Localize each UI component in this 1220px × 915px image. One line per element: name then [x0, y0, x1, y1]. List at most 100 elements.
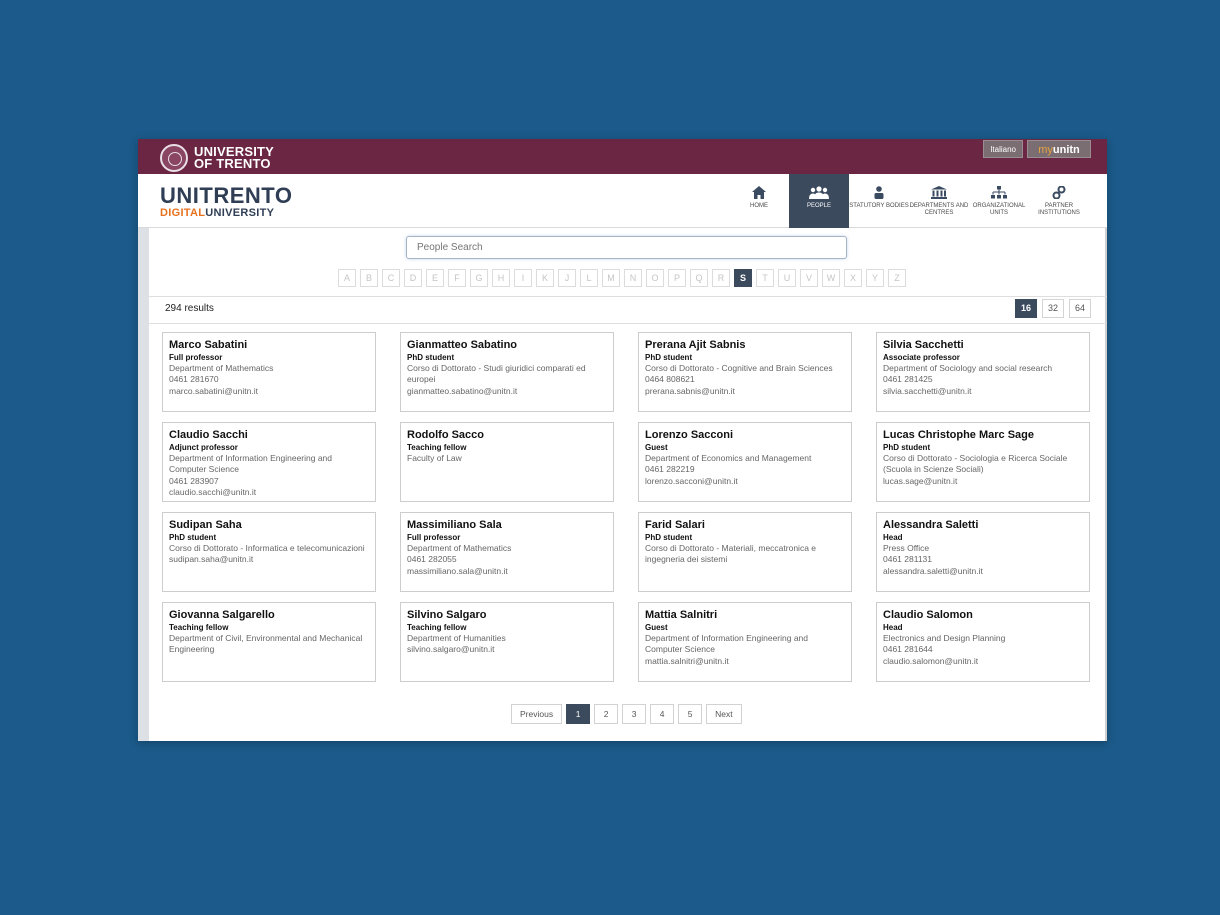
- person-card[interactable]: Gianmatteo Sabatino PhD student Corso di D…: [400, 332, 614, 412]
- letter-filter-t[interactable]: T: [756, 269, 774, 287]
- letter-filter-b[interactable]: B: [360, 269, 378, 287]
- page-button-1[interactable]: 1: [566, 704, 591, 724]
- person-email[interactable]: claudio.sacchi@unitn.it: [169, 487, 369, 498]
- letter-filter-p[interactable]: P: [668, 269, 686, 287]
- letter-filter-a[interactable]: A: [338, 269, 356, 287]
- person-card[interactable]: Claudio Salomon Head Electronics and Desig…: [876, 602, 1090, 682]
- letter-filter-o[interactable]: O: [646, 269, 664, 287]
- person-name[interactable]: Gianmatteo Sabatino: [407, 339, 607, 352]
- person-name[interactable]: Silvia Sacchetti: [883, 339, 1083, 352]
- letter-filter-s[interactable]: S: [734, 269, 752, 287]
- letter-filter-k[interactable]: K: [536, 269, 554, 287]
- person-name[interactable]: Massimiliano Sala: [407, 519, 607, 532]
- letter-filter-g[interactable]: G: [470, 269, 488, 287]
- person-role: Adjunct professor: [169, 443, 238, 452]
- nav-item-partner-institutions[interactable]: PARTNER INSTITUTIONS: [1029, 174, 1089, 228]
- person-phone: 0461 282219: [645, 464, 695, 475]
- myunitn-button[interactable]: myunitn: [1027, 140, 1091, 158]
- letter-filter-c[interactable]: C: [382, 269, 400, 287]
- person-name[interactable]: Sudipan Saha: [169, 519, 369, 532]
- myunitn-suffix: unitn: [1052, 144, 1080, 156]
- person-name[interactable]: Marco Sabatini: [169, 339, 369, 352]
- university-logo[interactable]: UNIVERSITY OF TRENTO: [160, 144, 274, 172]
- letter-filter-m[interactable]: M: [602, 269, 620, 287]
- person-email[interactable]: silvia.sacchetti@unitn.it: [883, 386, 1083, 397]
- nav-item-home[interactable]: HOME: [729, 174, 789, 228]
- letter-filter-e[interactable]: E: [426, 269, 444, 287]
- person-card[interactable]: Farid Salari PhD student Corso di Dottorat…: [638, 512, 852, 592]
- person-email[interactable]: sudipan.saha@unitn.it: [169, 554, 369, 565]
- per-page-option-64[interactable]: 64: [1069, 299, 1091, 318]
- letter-filter-y[interactable]: Y: [866, 269, 884, 287]
- brand-logo[interactable]: UNITRENTO DIGITALUNIVERSITY: [160, 185, 292, 220]
- person-card[interactable]: Giovanna Salgarello Teaching fellow Depart…: [162, 602, 376, 682]
- person-card[interactable]: Lucas Christophe Marc Sage PhD student Cor…: [876, 422, 1090, 502]
- person-card[interactable]: Silvino Salgaro Teaching fellow Department…: [400, 602, 614, 682]
- letter-filter-r[interactable]: R: [712, 269, 730, 287]
- letter-filter-n[interactable]: N: [624, 269, 642, 287]
- people-search-input[interactable]: [406, 236, 847, 259]
- person-email[interactable]: massimiliano.sala@unitn.it: [407, 566, 607, 577]
- person-email[interactable]: lucas.sage@unitn.it: [883, 476, 1083, 487]
- person-name[interactable]: Giovanna Salgarello: [169, 609, 369, 622]
- person-email[interactable]: marco.sabatini@unitn.it: [169, 386, 369, 397]
- nav-item-people[interactable]: PEOPLE: [789, 174, 849, 228]
- next-page-button[interactable]: Next: [706, 704, 742, 724]
- page-button-3[interactable]: 3: [622, 704, 647, 724]
- nav-item-organizational-units[interactable]: ORGANIZATIONAL UNITS: [969, 174, 1029, 228]
- person-card[interactable]: Claudio Sacchi Adjunct professor Departmen…: [162, 422, 376, 502]
- per-page-option-16[interactable]: 16: [1015, 299, 1037, 318]
- person-email[interactable]: gianmatteo.sabatino@unitn.it: [407, 386, 607, 397]
- person-name[interactable]: Farid Salari: [645, 519, 845, 532]
- nav-item-label: DEPARTMENTS AND CENTRES: [909, 203, 969, 216]
- letter-filter-l[interactable]: L: [580, 269, 598, 287]
- language-button[interactable]: Italiano: [983, 140, 1023, 158]
- nav-item-departments-and-centres[interactable]: DEPARTMENTS AND CENTRES: [909, 174, 969, 228]
- letter-filter-q[interactable]: Q: [690, 269, 708, 287]
- person-card[interactable]: Alessandra Saletti Head Press Office 0461 2…: [876, 512, 1090, 592]
- person-card[interactable]: Rodolfo Sacco Teaching fellow Faculty of L…: [400, 422, 614, 502]
- person-icon: [874, 184, 884, 200]
- page-button-5[interactable]: 5: [678, 704, 703, 724]
- person-name[interactable]: Claudio Salomon: [883, 609, 1083, 622]
- letter-filter-i[interactable]: I: [514, 269, 532, 287]
- person-email[interactable]: silvino.salgaro@unitn.it: [407, 644, 607, 655]
- person-email[interactable]: alessandra.saletti@unitn.it: [883, 566, 1083, 577]
- letter-filter-u[interactable]: U: [778, 269, 796, 287]
- person-card[interactable]: Silvia Sacchetti Associate professor Depar…: [876, 332, 1090, 412]
- person-card[interactable]: Massimiliano Sala Full professor Departmen…: [400, 512, 614, 592]
- letter-filter-x[interactable]: X: [844, 269, 862, 287]
- per-page-option-32[interactable]: 32: [1042, 299, 1064, 318]
- letter-filter-j[interactable]: J: [558, 269, 576, 287]
- nav-item-statutory-bodies[interactable]: STATUTORY BODIES: [849, 174, 909, 228]
- person-card[interactable]: Lorenzo Sacconi Guest Department of Econom…: [638, 422, 852, 502]
- person-name[interactable]: Prerana Ajit Sabnis: [645, 339, 845, 352]
- person-name[interactable]: Mattia Salnitri: [645, 609, 845, 622]
- person-email[interactable]: mattia.salnitri@unitn.it: [645, 656, 845, 667]
- person-email[interactable]: prerana.sabnis@unitn.it: [645, 386, 845, 397]
- person-email[interactable]: lorenzo.sacconi@unitn.it: [645, 476, 845, 487]
- letter-filter-h[interactable]: H: [492, 269, 510, 287]
- letter-filter-w[interactable]: W: [822, 269, 840, 287]
- page-button-2[interactable]: 2: [594, 704, 619, 724]
- letter-filter-z[interactable]: Z: [888, 269, 906, 287]
- person-card[interactable]: Prerana Ajit Sabnis PhD student Corso di D…: [638, 332, 852, 412]
- person-name[interactable]: Claudio Sacchi: [169, 429, 369, 442]
- person-affiliation: Department of Civil, Environmental and M…: [169, 633, 363, 655]
- person-card[interactable]: Marco Sabatini Full professor Department o…: [162, 332, 376, 412]
- letter-filter-d[interactable]: D: [404, 269, 422, 287]
- person-name[interactable]: Silvino Salgaro: [407, 609, 607, 622]
- person-name[interactable]: Rodolfo Sacco: [407, 429, 607, 442]
- page-button-4[interactable]: 4: [650, 704, 675, 724]
- person-name[interactable]: Lucas Christophe Marc Sage: [883, 429, 1083, 442]
- previous-page-button[interactable]: Previous: [511, 704, 563, 724]
- letter-filter-v[interactable]: V: [800, 269, 818, 287]
- person-card[interactable]: Mattia Salnitri Guest Department of Inform…: [638, 602, 852, 682]
- person-role: Head: [883, 623, 903, 632]
- person-name[interactable]: Alessandra Saletti: [883, 519, 1083, 532]
- person-role: Associate professor: [883, 353, 960, 362]
- letter-filter-f[interactable]: F: [448, 269, 466, 287]
- person-card[interactable]: Sudipan Saha PhD student Corso di Dottorat…: [162, 512, 376, 592]
- person-email[interactable]: claudio.salomon@unitn.it: [883, 656, 1083, 667]
- person-name[interactable]: Lorenzo Sacconi: [645, 429, 845, 442]
